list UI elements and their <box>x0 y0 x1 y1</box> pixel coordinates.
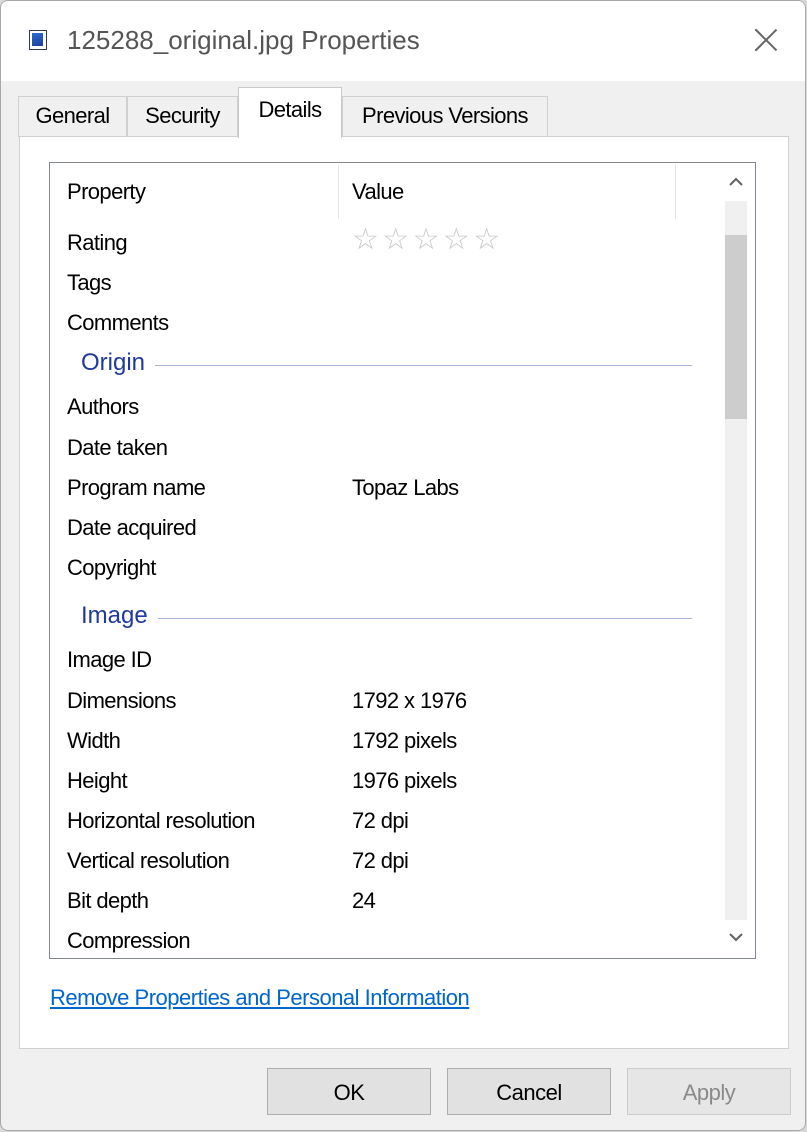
vertical-scrollbar[interactable] <box>717 163 755 958</box>
tab-general[interactable]: General <box>18 96 127 137</box>
property-value: Topaz Labs <box>352 475 459 500</box>
apply-button[interactable]: Apply <box>627 1068 791 1115</box>
property-name: Comments <box>67 310 169 335</box>
cancel-button[interactable]: Cancel <box>447 1068 611 1115</box>
column-divider[interactable] <box>675 165 676 219</box>
window-title: 125288_original.jpg Properties <box>67 25 420 55</box>
tab-strip: General Security Details Previous Versio… <box>1 81 805 138</box>
scrollbar-thumb[interactable] <box>725 235 747 419</box>
title-bar[interactable]: 125288_original.jpg Properties <box>1 1 805 81</box>
property-name: Bit depth <box>67 888 149 913</box>
list-item[interactable]: Horizontal resolution 72 dpi <box>50 799 715 839</box>
group-divider <box>155 365 692 366</box>
list-item[interactable]: Width 1792 pixels <box>50 719 715 759</box>
property-name: Horizontal resolution <box>67 808 256 833</box>
property-name: Program name <box>67 475 206 500</box>
list-item[interactable]: Compression <box>50 919 715 958</box>
star-icon[interactable]: ☆ <box>473 225 500 255</box>
column-divider[interactable] <box>338 165 339 219</box>
tab-previous-versions[interactable]: Previous Versions <box>342 96 548 137</box>
column-header-property[interactable]: Property <box>67 179 146 205</box>
scroll-up-button[interactable] <box>717 163 755 201</box>
column-header-value[interactable]: Value <box>352 179 404 205</box>
star-icon[interactable]: ☆ <box>352 225 379 255</box>
property-rows: Rating ☆ ☆ ☆ ☆ ☆ Tags Comments Origin Au… <box>50 221 715 958</box>
list-item[interactable]: Height 1976 pixels <box>50 759 715 799</box>
list-item[interactable]: Date acquired <box>50 506 715 546</box>
chevron-down-icon <box>729 933 743 942</box>
property-name: Date taken <box>67 435 168 460</box>
properties-dialog: 125288_original.jpg Properties General S… <box>0 0 806 1131</box>
list-item[interactable]: Date taken <box>50 426 715 466</box>
property-name: Rating <box>67 230 128 255</box>
remove-properties-link[interactable]: Remove Properties and Personal Informati… <box>50 985 470 1011</box>
property-name: Tags <box>67 270 112 295</box>
property-name: Height <box>67 768 128 793</box>
ok-button[interactable]: OK <box>267 1068 431 1115</box>
list-item[interactable]: Vertical resolution 72 dpi <box>50 839 715 879</box>
group-header-image: Image <box>50 596 715 636</box>
tab-details[interactable]: Details <box>238 87 342 138</box>
close-icon[interactable] <box>751 25 781 55</box>
details-list[interactable]: Property Value Rating ☆ ☆ ☆ ☆ ☆ Tags Com… <box>49 162 756 959</box>
property-value: 1792 pixels <box>352 728 457 753</box>
list-item[interactable]: Tags <box>50 261 715 301</box>
property-value: 1976 pixels <box>352 768 457 793</box>
property-value: 1792 x 1976 <box>352 688 467 713</box>
tab-security[interactable]: Security <box>127 96 238 137</box>
list-item[interactable]: Authors <box>50 385 715 425</box>
property-name: Image ID <box>67 647 152 672</box>
property-name: Vertical resolution <box>67 848 230 873</box>
group-title: Origin <box>81 349 146 376</box>
property-name: Date acquired <box>67 515 197 540</box>
rating-stars[interactable]: ☆ ☆ ☆ ☆ ☆ <box>352 225 500 255</box>
list-item[interactable]: Copyright <box>50 546 715 586</box>
group-header-origin: Origin <box>50 343 715 383</box>
list-item[interactable]: Image ID <box>50 638 715 678</box>
star-icon[interactable]: ☆ <box>382 225 409 255</box>
image-file-icon <box>29 30 47 50</box>
property-value: 24 <box>352 888 376 913</box>
column-header: Property Value <box>50 163 715 221</box>
property-value: 72 dpi <box>352 808 409 833</box>
scroll-down-button[interactable] <box>717 920 755 958</box>
list-item[interactable]: Bit depth 24 <box>50 879 715 919</box>
property-value: 72 dpi <box>352 848 409 873</box>
star-icon[interactable]: ☆ <box>413 225 440 255</box>
group-title: Image <box>81 602 148 629</box>
property-name: Compression <box>67 928 191 953</box>
property-name: Authors <box>67 394 139 419</box>
property-name: Copyright <box>67 555 156 580</box>
list-item[interactable]: Program name Topaz Labs <box>50 466 715 506</box>
chevron-up-icon <box>729 177 743 186</box>
star-icon[interactable]: ☆ <box>443 225 470 255</box>
list-item[interactable]: Comments <box>50 301 715 341</box>
property-name: Dimensions <box>67 688 177 713</box>
group-divider <box>158 618 692 619</box>
list-item[interactable]: Rating ☆ ☆ ☆ ☆ ☆ <box>50 221 715 261</box>
property-name: Width <box>67 728 121 753</box>
list-item[interactable]: Dimensions 1792 x 1976 <box>50 679 715 719</box>
